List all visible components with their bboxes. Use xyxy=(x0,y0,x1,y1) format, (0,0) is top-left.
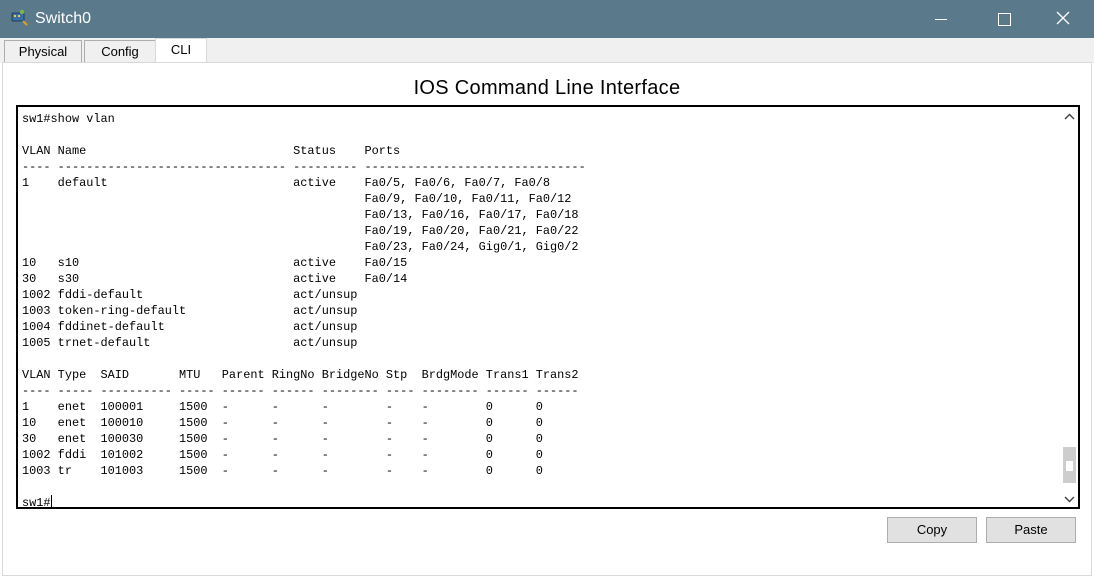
console-line: ---- ----- ---------- ----- ------ -----… xyxy=(22,384,579,398)
console-line: Fa0/9, Fa0/10, Fa0/11, Fa0/12 xyxy=(22,192,572,206)
console-line: sw1# xyxy=(22,496,51,509)
close-icon xyxy=(1056,9,1070,30)
console-line: 10 enet 100010 1500 - - - - - 0 0 xyxy=(22,416,543,430)
minimize-icon xyxy=(935,18,947,20)
paste-button[interactable]: Paste xyxy=(986,517,1076,543)
scroll-thumb-grip xyxy=(1066,461,1073,471)
cli-console[interactable]: sw1#show vlan VLAN Name Status Ports ---… xyxy=(16,105,1080,509)
console-line: Fa0/23, Fa0/24, Gig0/1, Gig0/2 xyxy=(22,240,579,254)
close-button[interactable] xyxy=(1040,0,1086,38)
scroll-down-button[interactable] xyxy=(1061,490,1078,507)
console-line: 10 s10 active Fa0/15 xyxy=(22,256,408,270)
console-line: 1003 token-ring-default act/unsup xyxy=(22,304,358,318)
console-line: 1 default active Fa0/5, Fa0/6, Fa0/7, Fa… xyxy=(22,176,551,190)
scroll-thumb[interactable] xyxy=(1063,447,1076,483)
text-cursor xyxy=(50,495,52,507)
maximize-icon xyxy=(997,12,1011,26)
tab-physical[interactable]: Physical xyxy=(4,40,82,62)
console-line: 1 enet 100001 1500 - - - - - 0 0 xyxy=(22,400,543,414)
console-line: Fa0/19, Fa0/20, Fa0/21, Fa0/22 xyxy=(22,224,579,238)
console-line: VLAN Name Status Ports xyxy=(22,144,401,158)
console-line: 1005 trnet-default act/unsup xyxy=(22,336,358,350)
console-line: 30 s30 active Fa0/14 xyxy=(22,272,408,286)
tab-strip: Physical Config CLI xyxy=(0,38,1094,63)
chevron-down-icon xyxy=(1064,490,1075,508)
window-title: Switch0 xyxy=(35,10,92,27)
minimize-button[interactable] xyxy=(918,0,964,38)
scroll-up-button[interactable] xyxy=(1061,107,1078,124)
console-text[interactable]: sw1#show vlan VLAN Name Status Ports ---… xyxy=(22,111,586,509)
console-line: 1004 fddinet-default act/unsup xyxy=(22,320,358,334)
tab-config[interactable]: Config xyxy=(84,40,156,62)
tab-cli[interactable]: CLI xyxy=(155,38,207,63)
console-line: 1003 tr 101003 1500 - - - - - 0 0 xyxy=(22,464,543,478)
console-line: sw1#show vlan xyxy=(22,112,115,126)
console-line: 1002 fddi-default act/unsup xyxy=(22,288,358,302)
console-scrollbar[interactable] xyxy=(1061,107,1078,507)
chevron-up-icon xyxy=(1064,107,1075,125)
console-line: ---- -------------------------------- --… xyxy=(22,160,586,174)
copy-button[interactable]: Copy xyxy=(887,517,977,543)
title-bar: Switch0 xyxy=(0,0,1094,38)
switch-device-icon xyxy=(10,9,28,27)
cli-panel: IOS Command Line Interface sw1#show vlan… xyxy=(2,62,1092,576)
console-line: 30 enet 100030 1500 - - - - - 0 0 xyxy=(22,432,543,446)
page-title: IOS Command Line Interface xyxy=(413,77,681,99)
console-line: Fa0/13, Fa0/16, Fa0/17, Fa0/18 xyxy=(22,208,579,222)
maximize-button[interactable] xyxy=(981,0,1027,38)
console-line: VLAN Type SAID MTU Parent RingNo BridgeN… xyxy=(22,368,579,382)
console-line: 1002 fddi 101002 1500 - - - - - 0 0 xyxy=(22,448,543,462)
